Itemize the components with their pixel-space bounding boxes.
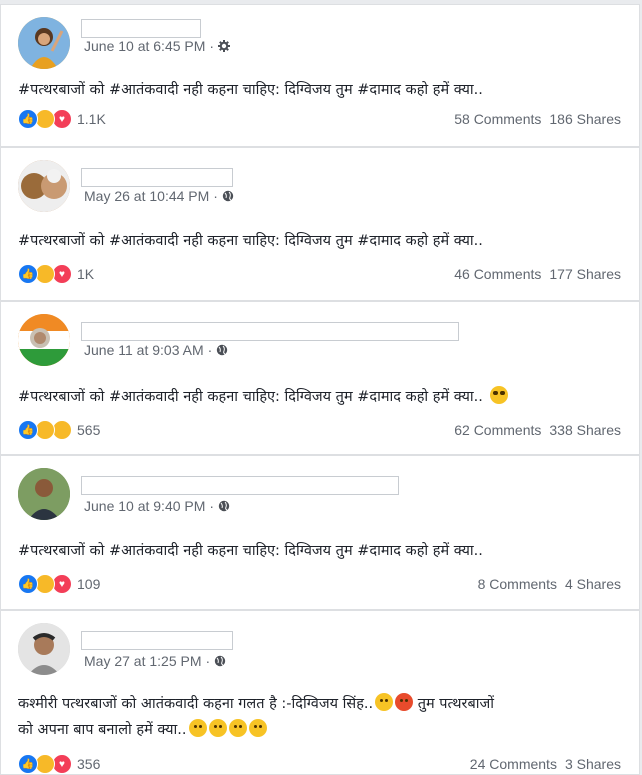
globe-icon[interactable] — [218, 500, 230, 512]
like-reaction-icon: 👍 — [18, 420, 38, 440]
post-footer: 👍 565 62 Comments 338 Shares — [18, 420, 621, 440]
reactions-summary[interactable]: 👍 ♥ 109 — [18, 574, 100, 594]
post-meta: June 10 at 9:40 PM · — [84, 498, 230, 514]
comments-count-link[interactable]: 62 Comments — [454, 422, 541, 438]
gear-icon[interactable] — [218, 40, 231, 52]
author-name-redacted[interactable] — [81, 322, 459, 341]
haha-reaction-icon — [35, 574, 55, 594]
post-stats: 46 Comments 177 Shares — [454, 266, 621, 282]
post-stats: 8 Comments 4 Shares — [478, 576, 621, 592]
post-text: #पत्थरबाजों को #आतंकवादी नही कहना चाहिए:… — [18, 82, 483, 98]
globe-icon[interactable] — [216, 344, 228, 356]
comments-count-link[interactable]: 58 Comments — [454, 111, 541, 127]
like-reaction-icon: 👍 — [18, 109, 38, 129]
comments-count-link[interactable]: 8 Comments — [478, 576, 557, 592]
avatar[interactable] — [18, 314, 70, 366]
like-reaction-icon: 👍 — [18, 264, 38, 284]
comments-count-link[interactable]: 46 Comments — [454, 266, 541, 282]
post-text-line-1: कश्मीरी पत्थरबाजों को आतंकवादी कहना गलत … — [18, 691, 618, 717]
post-meta: May 26 at 10:44 PM · — [84, 188, 234, 204]
post-timestamp[interactable]: June 11 at 9:03 AM — [84, 342, 204, 358]
reaction-count[interactable]: 565 — [77, 422, 100, 438]
avatar[interactable] — [18, 468, 70, 520]
author-name-redacted[interactable] — [81, 19, 201, 38]
haha-reaction-icon — [35, 420, 55, 440]
comments-count-link[interactable]: 24 Comments — [470, 756, 557, 772]
post-timestamp[interactable]: June 10 at 9:40 PM — [84, 498, 205, 514]
post-text-content: #पत्थरबाजों को #आतंकवादी नही कहना चाहिए:… — [18, 389, 483, 405]
post-stats: 24 Comments 3 Shares — [470, 756, 621, 772]
post-4: June 10 at 9:40 PM · #पत्थरबाजों को #आतं… — [0, 455, 640, 610]
meta-separator: · — [213, 188, 218, 204]
post-meta: May 27 at 1:25 PM · — [84, 653, 226, 669]
sunglasses-emoji-icon — [489, 386, 508, 404]
post-stats: 62 Comments 338 Shares — [454, 422, 621, 438]
author-name-redacted[interactable] — [81, 476, 399, 495]
post-stats: 58 Comments 186 Shares — [454, 111, 621, 127]
wow-reaction-icon — [52, 420, 72, 440]
meta-separator: · — [209, 498, 215, 514]
haha-reaction-icon — [35, 264, 55, 284]
post-timestamp[interactable]: May 26 at 10:44 PM — [84, 188, 209, 204]
tongue-emoji-icon — [248, 719, 267, 737]
reactions-summary[interactable]: 👍 ♥ 1.1K — [18, 109, 106, 129]
post-1: June 10 at 6:45 PM · #पत्थरबाजों को #आतं… — [0, 4, 640, 147]
shares-count-link[interactable]: 338 Shares — [549, 422, 621, 438]
reactions-summary[interactable]: 👍 ♥ 1K — [18, 264, 94, 284]
author-name-redacted[interactable] — [81, 168, 233, 187]
avatar[interactable] — [18, 160, 70, 212]
globe-icon[interactable] — [214, 655, 226, 667]
like-reaction-icon: 👍 — [18, 754, 38, 774]
love-reaction-icon: ♥ — [52, 754, 72, 774]
post-5: May 27 at 1:25 PM · कश्मीरी पत्थरबाजों क… — [0, 610, 640, 775]
post-2: May 26 at 10:44 PM · #पत्थरबाजों को #आतं… — [0, 147, 640, 301]
like-reaction-icon: 👍 — [18, 574, 38, 594]
haha-reaction-icon — [35, 754, 55, 774]
reaction-count[interactable]: 1K — [77, 266, 94, 282]
reaction-count[interactable]: 109 — [77, 576, 100, 592]
post-text: #पत्थरबाजों को #आतंकवादी नही कहना चाहिए:… — [18, 543, 483, 559]
post-meta: June 10 at 6:45 PM · — [84, 38, 231, 54]
post-text: कश्मीरी पत्थरबाजों को आतंकवादी कहना गलत … — [18, 691, 618, 743]
post-meta: June 11 at 9:03 AM · — [84, 342, 228, 358]
avatar[interactable] — [18, 623, 70, 675]
post-timestamp[interactable]: June 10 at 6:45 PM — [84, 38, 205, 54]
author-name-redacted[interactable] — [81, 631, 233, 650]
smirk-emoji-icon — [188, 719, 207, 737]
post-footer: 👍 ♥ 356 24 Comments 3 Shares — [18, 754, 621, 774]
angry-emoji-icon — [395, 693, 414, 711]
love-reaction-icon: ♥ — [52, 264, 72, 284]
post-text-segment: तुम पत्थरबाजों — [413, 696, 495, 712]
globe-icon[interactable] — [222, 190, 234, 202]
post-text-segment: कश्मीरी पत्थरबाजों को आतंकवादी कहना गलत … — [18, 696, 374, 712]
meta-separator: · — [207, 342, 213, 358]
post-text-segment: को अपना बाप बनालो हमें क्या.. — [18, 722, 187, 738]
reactions-summary[interactable]: 👍 ♥ 356 — [18, 754, 100, 774]
post-3: June 11 at 9:03 AM · #पत्थरबाजों को #आतं… — [0, 301, 640, 455]
post-text: #पत्थरबाजों को #आतंकवादी नही कहना चाहिए:… — [18, 384, 618, 410]
post-footer: 👍 ♥ 1K 46 Comments 177 Shares — [18, 264, 621, 284]
meta-separator: · — [209, 38, 215, 54]
meta-separator: · — [205, 653, 211, 669]
love-reaction-icon: ♥ — [52, 574, 72, 594]
post-text: #पत्थरबाजों को #आतंकवादी नही कहना चाहिए:… — [18, 233, 483, 249]
reactions-summary[interactable]: 👍 565 — [18, 420, 100, 440]
post-footer: 👍 ♥ 1.1K 58 Comments 186 Shares — [18, 109, 621, 129]
shares-count-link[interactable]: 3 Shares — [565, 756, 621, 772]
shares-count-link[interactable]: 177 Shares — [549, 266, 621, 282]
post-footer: 👍 ♥ 109 8 Comments 4 Shares — [18, 574, 621, 594]
shares-count-link[interactable]: 186 Shares — [549, 111, 621, 127]
post-timestamp[interactable]: May 27 at 1:25 PM — [84, 653, 202, 669]
unamused-emoji-icon — [375, 693, 394, 711]
haha-reaction-icon — [35, 109, 55, 129]
shares-count-link[interactable]: 4 Shares — [565, 576, 621, 592]
post-text-line-2: को अपना बाप बनालो हमें क्या.. — [18, 717, 618, 743]
scream-emoji-icon — [228, 719, 247, 737]
reaction-count[interactable]: 356 — [77, 756, 100, 772]
wink-emoji-icon — [208, 719, 227, 737]
reaction-count[interactable]: 1.1K — [77, 111, 106, 127]
love-reaction-icon: ♥ — [52, 109, 72, 129]
avatar[interactable] — [18, 17, 70, 69]
